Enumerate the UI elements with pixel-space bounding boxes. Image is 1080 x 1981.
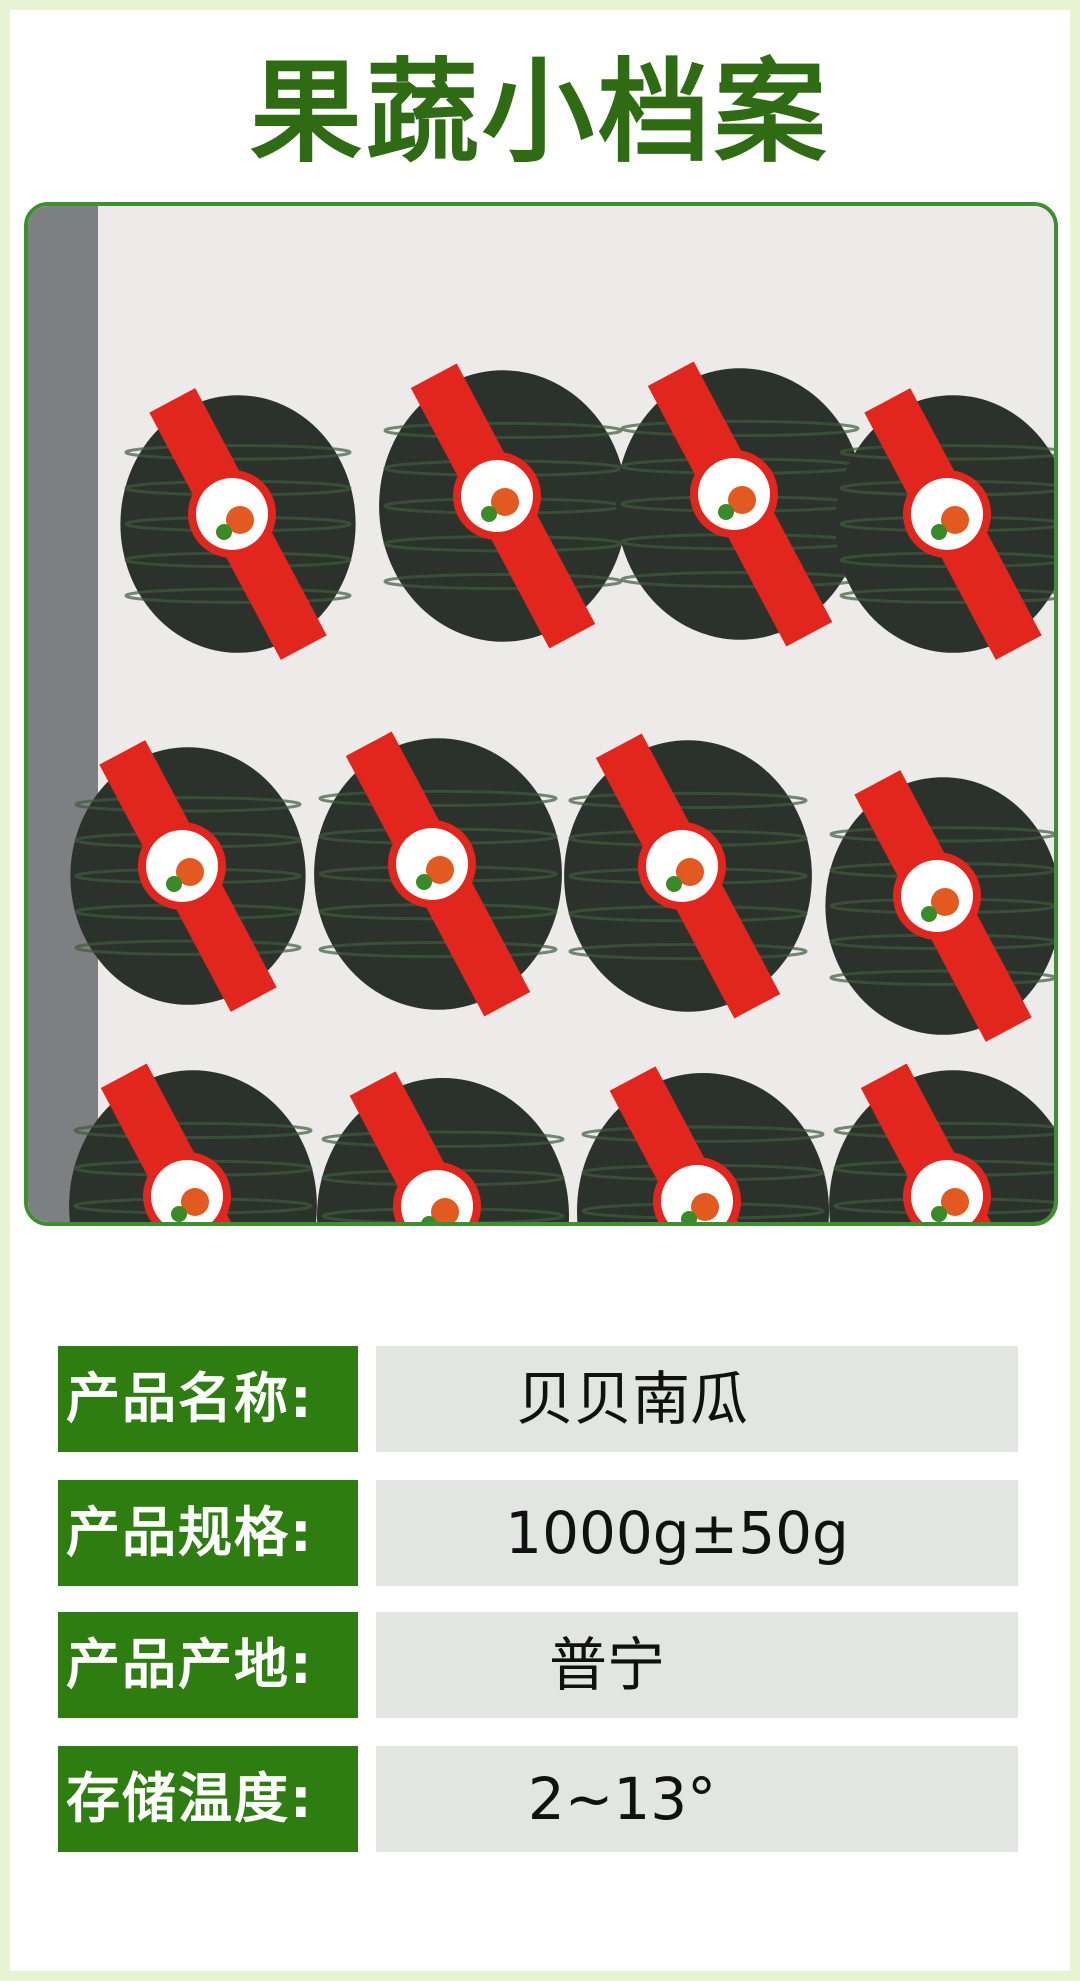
page-title: 果蔬小档案 [250,48,830,178]
badge-leaf-art [931,524,947,540]
info-row-spec: 产品规格: 1000g±50g [58,1480,1018,1586]
storage-temp-label: 存储温度: [58,1746,358,1852]
badge-leaf-art [171,1206,187,1222]
badge-leaf-art [481,506,497,522]
badge-leaf-art [166,876,182,892]
pumpkin-image [28,206,1054,1222]
storage-temp-value: 2~13° [376,1746,1018,1852]
badge-leaf-art [216,524,232,540]
tray-edge [28,206,98,1222]
info-row-storage: 存储温度: 2~13° [58,1746,1018,1852]
product-spec-label: 产品规格: [58,1480,358,1586]
product-name-label: 产品名称: [58,1346,358,1452]
badge-leaf-art [931,1206,947,1222]
info-row-origin: 产品产地: 普宁 [58,1612,1018,1718]
product-photo [24,202,1058,1226]
info-row-name: 产品名称: 贝贝南瓜 [58,1346,1018,1452]
product-origin-value: 普宁 [376,1612,1018,1718]
product-card: 果蔬小档案 产品名称: 贝贝南瓜 产品规格: 1000g±50g 产品产地: 普… [10,10,1070,1971]
badge-leaf-art [718,504,734,520]
product-origin-label: 产品产地: [58,1612,358,1718]
badge-leaf-art [416,874,432,890]
badge-leaf-art [666,876,682,892]
badge-leaf-art [921,906,937,922]
product-name-value: 贝贝南瓜 [376,1346,1018,1452]
product-spec-value: 1000g±50g [376,1480,1018,1586]
